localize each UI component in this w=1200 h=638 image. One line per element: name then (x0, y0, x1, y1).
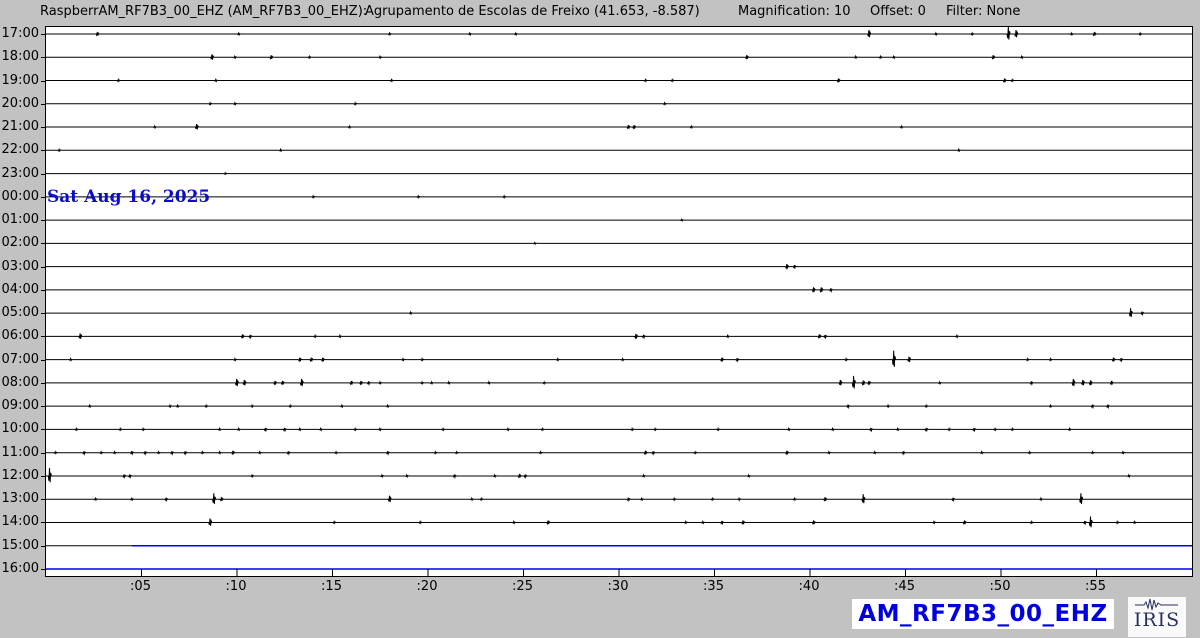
trace-row-0400 (46, 287, 1192, 292)
hour-label-2000: 20:00 (0, 96, 39, 111)
minute-label-30: :30 (608, 579, 629, 594)
minute-label-40: :40 (799, 579, 820, 594)
hour-label-1400: 14:00 (0, 514, 39, 529)
minute-label-45: :45 (894, 579, 915, 594)
minute-label-10: :10 (226, 579, 247, 594)
hour-label-0400: 04:00 (0, 282, 39, 297)
hour-label-0100: 01:00 (0, 212, 39, 227)
hour-label-1000: 10:00 (0, 421, 39, 436)
minute-label-15: :15 (321, 579, 342, 594)
trace-row-2100 (46, 124, 1192, 129)
trace-row-1700 (46, 27, 1192, 40)
trace-row-0000 (46, 196, 1192, 198)
title-offset: Offset: 0 (870, 4, 926, 19)
hour-label-0700: 07:00 (0, 352, 39, 367)
trace-row-0500 (46, 308, 1192, 317)
trace-row-0100 (46, 219, 1192, 220)
hour-label-1200: 12:00 (0, 468, 39, 483)
trace-row-0700 (46, 351, 1192, 367)
title-station: RaspberrAM_RF7B3_00_EHZ (AM_RF7B3_00_EHZ… (40, 4, 367, 19)
helicorder-traces (46, 27, 1192, 576)
minute-label-5: :05 (130, 579, 151, 594)
trace-row-0200 (46, 243, 1192, 244)
date-label: Sat Aug 16, 2025 (47, 187, 210, 207)
trace-row-1400 (46, 516, 1192, 527)
trace-row-2300 (46, 173, 1192, 174)
hour-label-1900: 19:00 (0, 73, 39, 88)
minute-ticks (142, 569, 1097, 576)
hour-label-0000: 00:00 (0, 189, 39, 204)
hour-label-1600: 16:00 (0, 561, 39, 576)
trace-row-1000 (46, 428, 1192, 431)
hour-label-1800: 18:00 (0, 49, 39, 64)
hour-label-0300: 03:00 (0, 259, 39, 274)
trace-row-2200 (46, 149, 1192, 151)
plot-area (45, 26, 1193, 577)
trace-row-1900 (46, 79, 1192, 83)
hour-label-1500: 15:00 (0, 538, 39, 553)
title-magnification: Magnification: 10 (738, 4, 851, 19)
minute-label-55: :55 (1085, 579, 1106, 594)
trace-row-1200 (46, 468, 1192, 482)
station-badge-text: AM_RF7B3_00_EHZ (858, 601, 1107, 627)
hour-label-2200: 22:00 (0, 142, 39, 157)
minute-label-35: :35 (703, 579, 724, 594)
hour-label-2100: 21:00 (0, 119, 39, 134)
hour-label-0800: 08:00 (0, 375, 39, 390)
hour-label-0900: 09:00 (0, 398, 39, 413)
trace-row-0600 (46, 333, 1192, 338)
trace-row-0900 (46, 405, 1192, 408)
hour-label-2300: 23:00 (0, 166, 39, 181)
hour-label-1100: 11:00 (0, 445, 39, 460)
minute-label-50: :50 (990, 579, 1011, 594)
title-location: Agrupamento de Escolas de Freixo (41.653… (365, 4, 700, 19)
iris-logo[interactable]: IRIS (1128, 597, 1186, 637)
hour-label-0600: 06:00 (0, 328, 39, 343)
title-filter: Filter: None (946, 4, 1020, 19)
hour-label-0200: 02:00 (0, 235, 39, 250)
helicorder-page: { "header": { "station_title": "Raspberr… (0, 0, 1200, 638)
station-badge-link[interactable]: AM_RF7B3_00_EHZ (852, 599, 1114, 629)
hour-label-1700: 17:00 (0, 26, 39, 41)
trace-row-1300 (46, 493, 1192, 504)
trace-row-2000 (46, 103, 1192, 105)
trace-row-0800 (46, 376, 1192, 389)
trace-row-1100 (46, 451, 1192, 455)
trace-row-0300 (46, 264, 1192, 269)
minute-label-20: :20 (417, 579, 438, 594)
hour-label-0500: 05:00 (0, 305, 39, 320)
hour-label-1300: 13:00 (0, 491, 39, 506)
iris-logo-text: IRIS (1134, 611, 1180, 630)
trace-row-1800 (46, 54, 1192, 59)
minute-label-25: :25 (512, 579, 533, 594)
